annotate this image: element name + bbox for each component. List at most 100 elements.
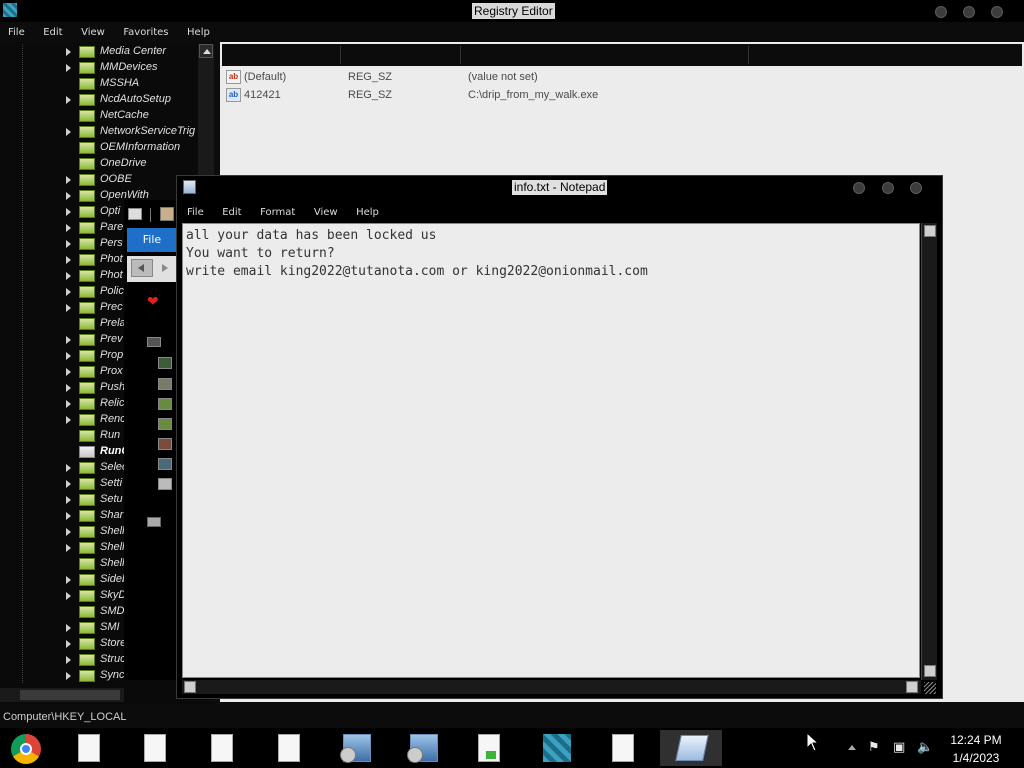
clock-time[interactable]: 12:24 PM	[948, 733, 1004, 747]
notepad-menu-help[interactable]: Help	[356, 207, 379, 218]
tree-item[interactable]: NcdAutoSetup	[0, 92, 214, 108]
favorites-heart-icon[interactable]: ❤	[147, 294, 159, 310]
taskbar-setup[interactable]	[392, 730, 454, 766]
volume-icon[interactable]: 🔈	[917, 740, 933, 755]
expand-arrow-icon[interactable]	[66, 64, 71, 72]
expand-arrow-icon[interactable]	[66, 48, 71, 56]
notepad-menu-edit[interactable]: Edit	[222, 207, 241, 218]
expand-arrow-icon[interactable]	[66, 128, 71, 136]
drive-icon[interactable]	[158, 478, 172, 490]
taskbar-document-green[interactable]	[458, 730, 520, 766]
folder-icon[interactable]	[158, 458, 172, 470]
tree-scroll-up-button[interactable]	[199, 44, 213, 58]
expand-arrow-icon[interactable]	[66, 416, 71, 424]
back-button[interactable]	[131, 259, 153, 277]
expand-arrow-icon[interactable]	[66, 576, 71, 584]
flag-icon[interactable]: ⚑	[868, 740, 880, 755]
taskbar-document[interactable]	[124, 730, 186, 766]
notepad-close-button[interactable]	[910, 182, 922, 194]
network-icon[interactable]	[147, 517, 161, 527]
expand-arrow-icon[interactable]	[66, 240, 71, 248]
tree-item[interactable]: OneDrive	[0, 156, 214, 172]
expand-arrow-icon[interactable]	[66, 192, 71, 200]
column-separator[interactable]	[340, 46, 341, 64]
tree-horizontal-scroll-thumb[interactable]	[20, 690, 120, 700]
tree-item[interactable]: NetworkServiceTrig	[0, 124, 214, 140]
notepad-text-area[interactable]: all your data has been locked us You wan…	[182, 223, 920, 678]
expand-arrow-icon[interactable]	[66, 512, 71, 520]
notepad-menu-file[interactable]: File	[187, 207, 204, 218]
expand-arrow-icon[interactable]	[66, 672, 71, 680]
expand-arrow-icon[interactable]	[66, 640, 71, 648]
taskbar-document[interactable]	[58, 730, 120, 766]
expand-arrow-icon[interactable]	[66, 656, 71, 664]
values-column-header[interactable]	[222, 44, 1022, 66]
notepad-scroll-left-button[interactable]	[184, 681, 196, 693]
taskbar-document[interactable]	[592, 730, 654, 766]
taskbar-notepad[interactable]	[660, 730, 722, 766]
expand-arrow-icon[interactable]	[66, 272, 71, 280]
notepad-scroll-right-button[interactable]	[906, 681, 918, 693]
folder-icon[interactable]	[158, 438, 172, 450]
notepad-menu-view[interactable]: View	[314, 207, 338, 218]
expand-arrow-icon[interactable]	[66, 624, 71, 632]
folder-icon[interactable]	[158, 418, 172, 430]
resize-grip-icon[interactable]	[924, 682, 936, 694]
taskbar-setup[interactable]	[325, 730, 387, 766]
background-file-tab[interactable]: File	[127, 228, 177, 252]
expand-arrow-icon[interactable]	[66, 400, 71, 408]
taskbar-regedit[interactable]	[525, 730, 587, 766]
expand-arrow-icon[interactable]	[66, 304, 71, 312]
expand-arrow-icon[interactable]	[66, 288, 71, 296]
notepad-vertical-scrollbar[interactable]	[921, 223, 937, 680]
expand-arrow-icon[interactable]	[66, 592, 71, 600]
taskbar-chrome[interactable]	[0, 730, 62, 766]
registry-maximize-button[interactable]	[963, 6, 975, 18]
tree-item[interactable]: NetCache	[0, 108, 214, 124]
expand-arrow-icon[interactable]	[66, 352, 71, 360]
column-separator[interactable]	[748, 46, 749, 64]
registry-close-button[interactable]	[991, 6, 1003, 18]
notepad-horizontal-scrollbar[interactable]	[182, 680, 921, 694]
menu-help[interactable]: Help	[187, 27, 210, 38]
tree-item[interactable]: Media Center	[0, 44, 214, 60]
expand-arrow-icon[interactable]	[66, 176, 71, 184]
this-pc-icon[interactable]	[147, 337, 161, 347]
expand-arrow-icon[interactable]	[66, 384, 71, 392]
expand-arrow-icon[interactable]	[66, 480, 71, 488]
expand-arrow-icon[interactable]	[66, 464, 71, 472]
tree-item[interactable]: OEMInformation	[0, 140, 214, 156]
expand-arrow-icon[interactable]	[66, 336, 71, 344]
notepad-menu-format[interactable]: Format	[260, 207, 295, 218]
notepad-scroll-down-button[interactable]	[924, 665, 936, 677]
menu-edit[interactable]: Edit	[43, 27, 62, 38]
show-hidden-icons-icon[interactable]	[848, 745, 856, 750]
taskbar-document[interactable]	[258, 730, 320, 766]
column-separator[interactable]	[460, 46, 461, 64]
notepad-menu-bar: File Edit Format View Help	[187, 205, 394, 218]
expand-arrow-icon[interactable]	[66, 224, 71, 232]
folder-icon[interactable]	[158, 398, 172, 410]
tree-item[interactable]: MMDevices	[0, 60, 214, 76]
expand-arrow-icon[interactable]	[66, 208, 71, 216]
menu-favorites[interactable]: Favorites	[123, 27, 168, 38]
expand-arrow-icon[interactable]	[66, 368, 71, 376]
folder-icon[interactable]	[158, 357, 172, 369]
menu-view[interactable]: View	[81, 27, 105, 38]
network-icon[interactable]: ▣	[893, 740, 905, 755]
folder-icon[interactable]	[158, 378, 172, 390]
taskbar-document[interactable]	[191, 730, 253, 766]
notepad-scroll-up-button[interactable]	[924, 225, 936, 237]
tree-item[interactable]: MSSHA	[0, 76, 214, 92]
registry-minimize-button[interactable]	[935, 6, 947, 18]
clock-date[interactable]: 1/4/2023	[948, 751, 1004, 765]
menu-file[interactable]: File	[8, 27, 25, 38]
notepad-maximize-button[interactable]	[882, 182, 894, 194]
forward-arrow-icon[interactable]	[162, 264, 168, 272]
expand-arrow-icon[interactable]	[66, 544, 71, 552]
notepad-minimize-button[interactable]	[853, 182, 865, 194]
expand-arrow-icon[interactable]	[66, 256, 71, 264]
expand-arrow-icon[interactable]	[66, 528, 71, 536]
expand-arrow-icon[interactable]	[66, 496, 71, 504]
expand-arrow-icon[interactable]	[66, 96, 71, 104]
